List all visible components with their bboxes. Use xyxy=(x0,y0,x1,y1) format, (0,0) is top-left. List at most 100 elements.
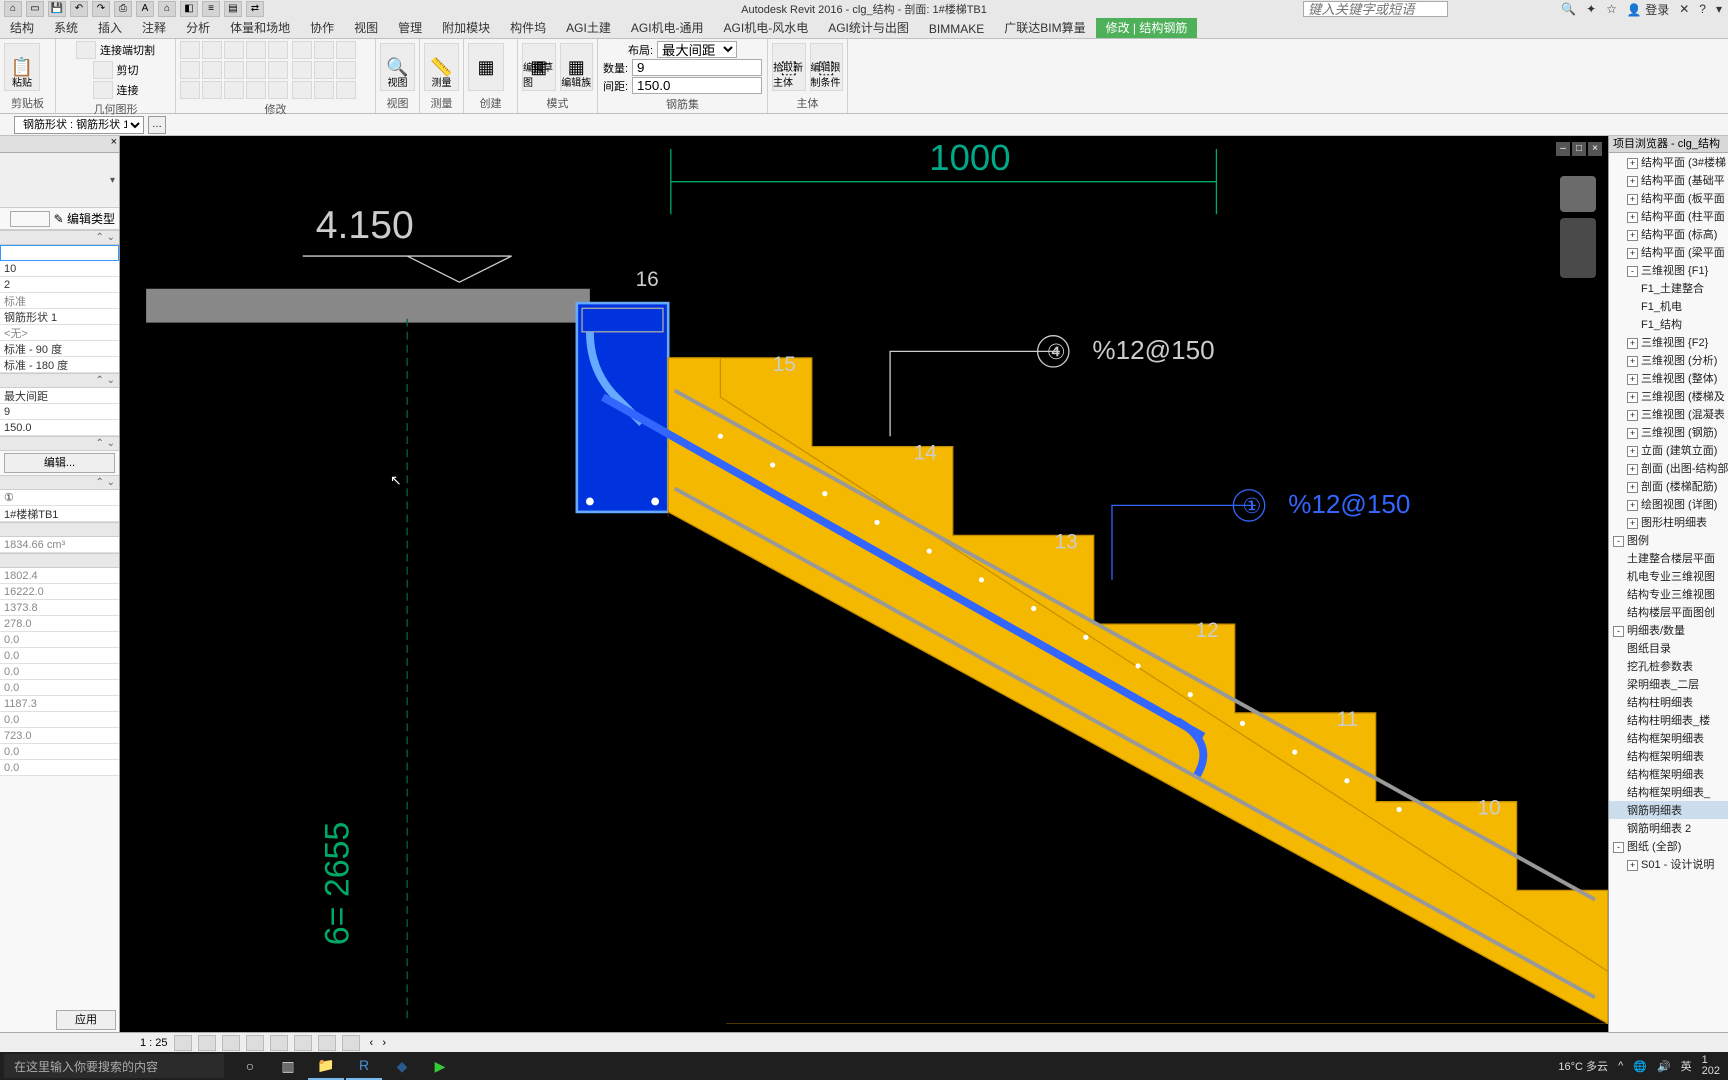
prop-value[interactable]: 钢筋形状 1 xyxy=(0,309,119,325)
tree-node[interactable]: -明细表/数量 xyxy=(1609,621,1728,639)
join-button[interactable]: 连接 xyxy=(93,81,139,99)
array-icon[interactable] xyxy=(246,61,266,79)
clock[interactable]: 1 202 xyxy=(1702,1055,1720,1077)
measure-button[interactable]: 📏测量 xyxy=(424,43,459,91)
prop-section[interactable]: ⌃ ⌄ xyxy=(0,373,119,388)
volume-icon[interactable]: 🔊 xyxy=(1657,1060,1671,1073)
align-icon[interactable] xyxy=(180,41,200,59)
crop-icon[interactable] xyxy=(270,1035,288,1051)
reveal-hidden-icon[interactable] xyxy=(342,1035,360,1051)
type-preview[interactable]: ▾ xyxy=(0,153,119,208)
tab-agi3[interactable]: AGI机电-风水电 xyxy=(714,17,819,38)
tree-node[interactable]: 结构框架明细表 xyxy=(1609,729,1728,747)
layout-select[interactable]: 最大间距 xyxy=(657,41,737,58)
scale-value[interactable]: 1 : 25 xyxy=(140,1037,168,1049)
qat-home-icon[interactable]: ⌂ xyxy=(4,1,22,17)
tree-node[interactable]: +三维视图 (楼梯及 xyxy=(1609,387,1728,405)
qat-thin-icon[interactable]: ≡ xyxy=(202,1,220,17)
prop-edit-button[interactable]: 编辑... xyxy=(4,453,115,473)
minimize-ribbon-icon[interactable]: ▾ xyxy=(1716,2,1722,16)
tree-node[interactable]: 图纸目录 xyxy=(1609,639,1728,657)
prop-value[interactable]: 1#楼梯TB1 xyxy=(0,506,119,522)
group-icon[interactable] xyxy=(224,81,244,99)
prop-value[interactable]: 9 xyxy=(0,404,119,420)
prop-value[interactable]: 2 xyxy=(0,277,119,293)
palette-close-icon[interactable]: × xyxy=(111,136,117,148)
prop-section[interactable] xyxy=(0,522,119,537)
spacing-input[interactable] xyxy=(632,77,762,94)
ime-icon[interactable]: 英 xyxy=(1681,1058,1692,1074)
edit-sketch-button[interactable]: ▦编辑草图 xyxy=(522,43,556,91)
tab-agi2[interactable]: AGI机电-通用 xyxy=(621,17,714,38)
qat-close-icon[interactable]: ▤ xyxy=(224,1,242,17)
mirror-icon[interactable] xyxy=(224,41,244,59)
paste-button[interactable]: 📋粘贴 xyxy=(4,43,40,91)
apply-button[interactable]: 应用 xyxy=(56,1010,116,1030)
taskbar-search[interactable]: 在这里输入你要搜索的内容 xyxy=(4,1054,224,1078)
prop-section[interactable] xyxy=(0,553,119,568)
tree-node[interactable]: -图纸 (全部) xyxy=(1609,837,1728,855)
tree-node[interactable]: 结构专业三维视图 xyxy=(1609,585,1728,603)
prop-value[interactable]: 标准 xyxy=(0,293,119,309)
tree-node[interactable]: 挖孔桩参数表 xyxy=(1609,657,1728,675)
prop-section[interactable]: ⌃ ⌄ xyxy=(0,475,119,490)
tree-node[interactable]: +结构平面 (柱平面 xyxy=(1609,207,1728,225)
sun-path-icon[interactable] xyxy=(222,1035,240,1051)
tree-node[interactable]: +三维视图 (混凝表 xyxy=(1609,405,1728,423)
prop-value[interactable]: 最大间距 xyxy=(0,388,119,404)
browser-tree[interactable]: +结构平面 (3#楼梯+结构平面 (基础平+结构平面 (板平面+结构平面 (柱平… xyxy=(1609,153,1728,1032)
media-icon[interactable]: ▶ xyxy=(422,1052,458,1080)
m7-icon[interactable] xyxy=(292,81,312,99)
favorite-icon[interactable]: ☆ xyxy=(1606,2,1617,16)
prop-section[interactable]: ⌃ ⌄ xyxy=(0,436,119,451)
tree-node[interactable]: F1_土建整合 xyxy=(1609,279,1728,297)
tree-node[interactable]: +三维视图 (钢筋) xyxy=(1609,423,1728,441)
edit-type-button[interactable]: ✎ 编辑类型 xyxy=(54,210,115,227)
m6-icon[interactable] xyxy=(336,61,356,79)
tree-node[interactable]: 机电专业三维视图 xyxy=(1609,567,1728,585)
app2-icon[interactable]: ◆ xyxy=(384,1052,420,1080)
subscription-icon[interactable]: ✦ xyxy=(1586,2,1596,16)
detail-level-icon[interactable] xyxy=(174,1035,192,1051)
prop-value[interactable]: 标准 - 90 度 xyxy=(0,341,119,357)
crop-region-icon[interactable] xyxy=(294,1035,312,1051)
cut-button[interactable]: 剪切 xyxy=(93,61,139,79)
prop-value[interactable]: 标准 - 180 度 xyxy=(0,357,119,373)
tab-modify[interactable]: 修改 | 结构钢筋 xyxy=(1096,17,1198,38)
view-button[interactable]: 🔍视图 xyxy=(380,43,415,91)
edit-constraint-button[interactable]: ⬚编辑限制条件 xyxy=(810,43,844,91)
tab-collab[interactable]: 协作 xyxy=(300,17,344,38)
exchange-icon[interactable]: ✕ xyxy=(1679,2,1689,16)
type-selector-dropdown[interactable]: 钢筋形状 : 钢筋形状 1 xyxy=(14,116,144,134)
qat-print-icon[interactable]: ⎙ xyxy=(114,1,132,17)
prop-section[interactable]: ⌃ ⌄ xyxy=(0,230,119,245)
qat-redo-icon[interactable]: ↷ xyxy=(92,1,110,17)
offset-icon[interactable] xyxy=(202,41,222,59)
tree-node[interactable]: F1_结构 xyxy=(1609,315,1728,333)
weather-widget[interactable]: 16°C 多云 xyxy=(1558,1058,1608,1074)
tab-gjw[interactable]: 构件坞 xyxy=(500,17,556,38)
tab-massing[interactable]: 体量和场地 xyxy=(220,17,300,38)
tree-node[interactable]: -三维视图 {F1} xyxy=(1609,261,1728,279)
network-icon[interactable]: 🌐 xyxy=(1633,1060,1647,1073)
tree-node[interactable]: 钢筋明细表 2 xyxy=(1609,819,1728,837)
qat-undo-icon[interactable]: ↶ xyxy=(70,1,88,17)
help-icon[interactable]: ? xyxy=(1699,2,1706,16)
tab-bimmake[interactable]: BIMMAKE xyxy=(919,20,994,38)
trim-icon[interactable] xyxy=(202,61,222,79)
scale-icon[interactable] xyxy=(268,61,288,79)
revit-icon[interactable]: R xyxy=(346,1052,382,1080)
m3-icon[interactable] xyxy=(336,41,356,59)
tree-node[interactable]: -图例 xyxy=(1609,531,1728,549)
m1-icon[interactable] xyxy=(292,41,312,59)
tree-node[interactable]: 钢筋明细表 xyxy=(1609,801,1728,819)
tab-structure[interactable]: 结构 xyxy=(0,17,44,38)
explorer-icon[interactable]: 📁 xyxy=(308,1052,344,1080)
prop-value[interactable] xyxy=(0,245,119,261)
split-icon[interactable] xyxy=(224,61,244,79)
tree-node[interactable]: +剖面 (楼梯配筋) xyxy=(1609,477,1728,495)
edit-family-button[interactable]: ▦编辑族 xyxy=(560,43,594,91)
move-icon[interactable] xyxy=(246,41,266,59)
tree-node[interactable]: 结构柱明细表 xyxy=(1609,693,1728,711)
tree-node[interactable]: +结构平面 (3#楼梯 xyxy=(1609,153,1728,171)
